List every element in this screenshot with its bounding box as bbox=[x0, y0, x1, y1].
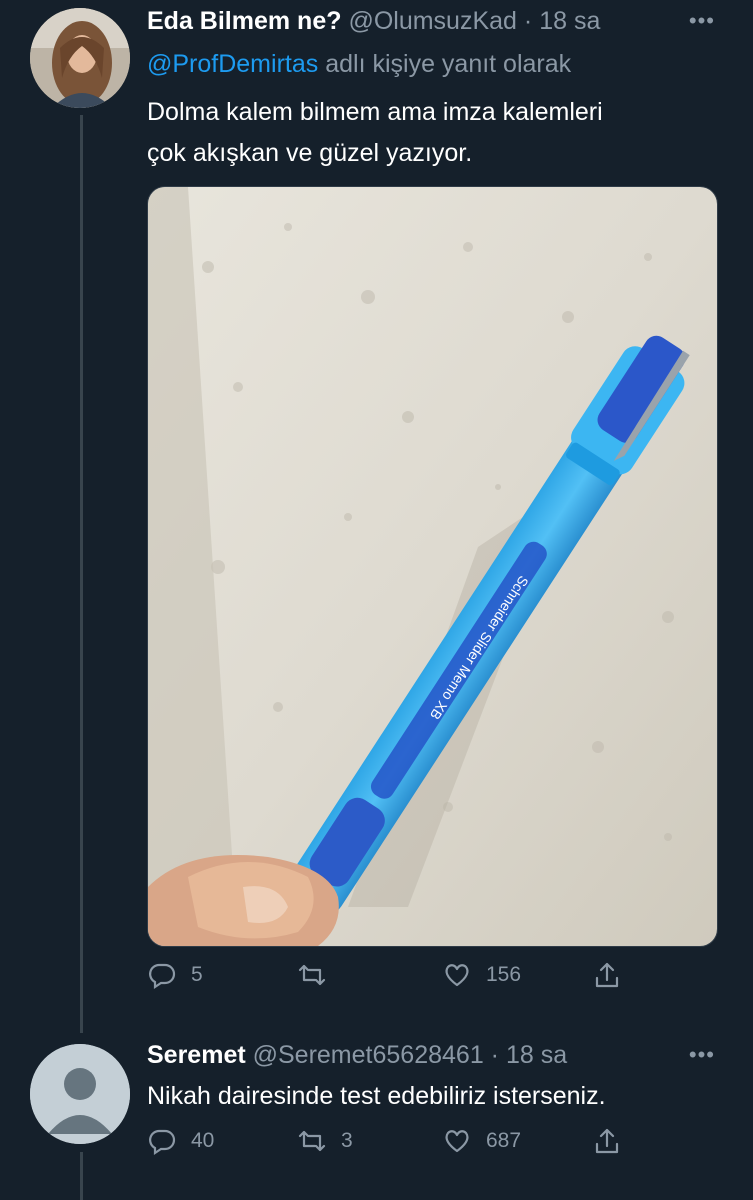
share-upload-icon bbox=[595, 1128, 619, 1154]
retweet-button[interactable] bbox=[297, 960, 341, 990]
tweet-photo[interactable]: Schneider Slider Memo XB bbox=[147, 186, 718, 947]
like-button[interactable]: 687 bbox=[442, 1126, 521, 1156]
more-options-icon[interactable]: ••• bbox=[689, 1042, 715, 1068]
tweet-actions: 40 3 687 bbox=[147, 1126, 627, 1166]
display-name[interactable]: Eda Bilmem ne? bbox=[147, 7, 342, 35]
reply-count: 5 bbox=[191, 963, 203, 986]
heart-icon bbox=[445, 964, 469, 987]
tweet-text-line: çok akışkan ve güzel yazıyor. bbox=[147, 139, 473, 167]
retweet-count: 3 bbox=[341, 1129, 353, 1152]
speech-bubble-icon bbox=[149, 1129, 176, 1156]
share-button[interactable] bbox=[592, 960, 622, 990]
share-button[interactable] bbox=[592, 1126, 622, 1156]
user-handle[interactable]: @OlumsuzKad bbox=[348, 7, 517, 35]
tweet-header: Seremet @Seremet65628461 · 18 sa bbox=[147, 1040, 567, 1070]
reply-count: 40 bbox=[191, 1129, 215, 1152]
timestamp[interactable]: 18 sa bbox=[539, 7, 600, 35]
retweet-arrows-icon bbox=[298, 1130, 326, 1152]
reply-button[interactable]: 40 bbox=[147, 1126, 214, 1156]
tweet-actions: 5 156 bbox=[147, 960, 627, 1000]
tweet-text: Dolma kalem bilmem ama imza kalemleri ço… bbox=[147, 92, 603, 174]
separator-dot: · bbox=[490, 1041, 499, 1069]
reply-button[interactable]: 5 bbox=[147, 960, 203, 990]
user-handle[interactable]: @Seremet65628461 bbox=[253, 1041, 484, 1069]
like-button[interactable]: 156 bbox=[442, 960, 521, 990]
reply-mention-link[interactable]: @ProfDemirtas bbox=[147, 50, 318, 78]
heart-icon bbox=[445, 1130, 469, 1153]
tweet-text-line: Dolma kalem bilmem ama imza kalemleri bbox=[147, 98, 603, 126]
separator-dot: · bbox=[523, 7, 533, 35]
timestamp[interactable]: 18 sa bbox=[506, 1041, 567, 1069]
tweet-text: Nikah dairesinde test edebiliriz isterse… bbox=[147, 1082, 606, 1110]
thread-line-bottom bbox=[80, 1152, 83, 1200]
reply-context: @ProfDemirtas adlı kişiye yanıt olarak bbox=[147, 49, 571, 79]
thread-line-top bbox=[80, 115, 83, 1033]
display-name[interactable]: Seremet bbox=[147, 1041, 246, 1069]
speech-bubble-icon bbox=[149, 963, 176, 990]
retweet-button[interactable]: 3 bbox=[297, 1126, 353, 1156]
like-count: 156 bbox=[486, 963, 522, 986]
tweet-header: Eda Bilmem ne? @OlumsuzKad · 18 sa bbox=[147, 6, 600, 36]
avatar[interactable] bbox=[30, 1044, 130, 1144]
more-options-icon[interactable]: ••• bbox=[689, 8, 715, 34]
reply-context-text: adlı kişiye yanıt olarak bbox=[325, 50, 572, 78]
retweet-arrows-icon bbox=[298, 964, 326, 986]
share-upload-icon bbox=[595, 962, 619, 988]
avatar[interactable] bbox=[30, 8, 130, 108]
like-count: 687 bbox=[486, 1129, 522, 1152]
